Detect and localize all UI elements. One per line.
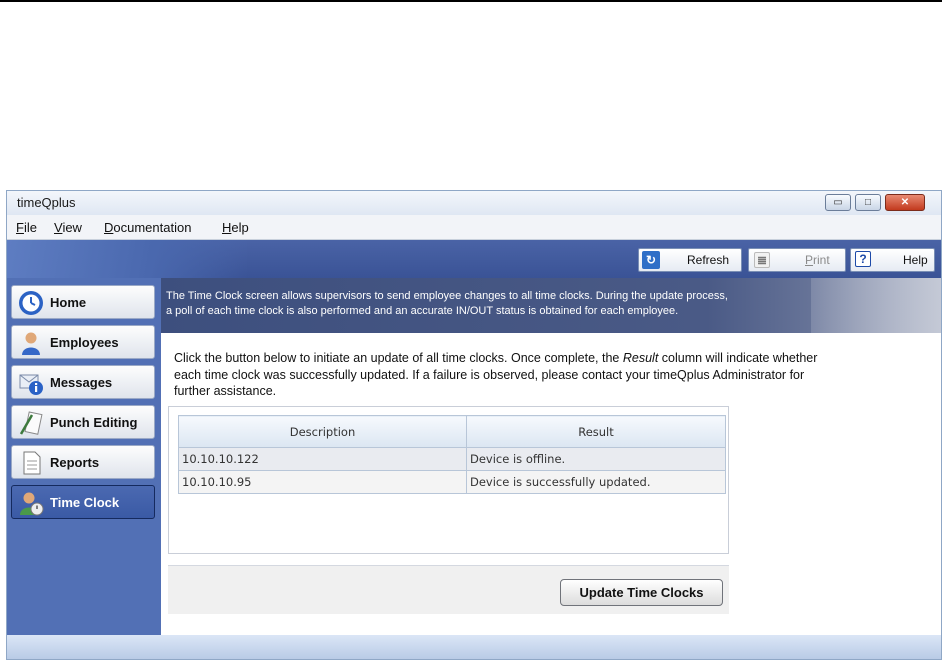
messages-icon [19, 374, 43, 395]
table-header-row: Description Result [178, 415, 726, 448]
time-clock-icon [20, 492, 44, 516]
sidebar-item-time-clock[interactable]: Time Clock [11, 485, 155, 519]
print-button[interactable]: ≣ Print [748, 248, 846, 272]
page-top-rule [0, 0, 942, 2]
status-bar [7, 635, 941, 659]
results-panel: Description Result 10.10.10.122 Device i… [168, 406, 729, 554]
maximize-icon: □ [864, 197, 872, 208]
cell-description: 10.10.10.122 [178, 447, 467, 471]
minimize-button[interactable]: ▭ [825, 194, 851, 211]
help-label: Help [903, 253, 928, 267]
help-button[interactable]: ? Help [850, 248, 935, 272]
menu-documentation-label: ocumentation [113, 220, 192, 235]
instructions-part-1: Click the button below to initiate an up… [174, 351, 623, 365]
cell-description: 10.10.10.95 [178, 470, 467, 494]
sidebar-nav: Home Employees Messages Punch Editing Re… [7, 278, 161, 659]
menu-file[interactable]: File [16, 220, 37, 235]
sidebar-item-home[interactable]: Home [11, 285, 155, 319]
sidebar-item-punch-editing[interactable]: Punch Editing [11, 405, 155, 439]
cell-result: Device is successfully updated. [466, 470, 726, 494]
menu-documentation-accel: D [104, 220, 114, 235]
info-banner: The Time Clock screen allows supervisors… [161, 278, 941, 333]
sidebar-item-label: Employees [50, 335, 119, 350]
sidebar-item-employees[interactable]: Employees [11, 325, 155, 359]
window-title: timeQplus [17, 195, 76, 210]
main-content: The Time Clock screen allows supervisors… [161, 278, 941, 659]
table-row[interactable]: 10.10.10.122 Device is offline. [178, 447, 726, 471]
sidebar-item-label: Time Clock [50, 495, 120, 510]
app-window: timeQplus ▭ □ ✕ File View Documentation … [6, 190, 942, 660]
minimize-icon: ▭ [833, 197, 843, 208]
column-header-description[interactable]: Description [178, 415, 467, 448]
employee-icon [22, 332, 40, 355]
close-button[interactable]: ✕ [885, 194, 925, 211]
banner-line-2: a poll of each time clock is also perfor… [166, 305, 679, 317]
banner-line-1: The Time Clock screen allows supervisors… [166, 290, 728, 302]
menu-help-label: elp [231, 220, 249, 235]
print-icon: ≣ [754, 252, 770, 268]
close-icon: ✕ [900, 197, 910, 208]
print-label: Print [805, 253, 830, 267]
maximize-button[interactable]: □ [855, 194, 881, 211]
sidebar-item-reports[interactable]: Reports [11, 445, 155, 479]
column-header-result[interactable]: Result [466, 415, 726, 448]
instructions-text: Click the button below to initiate an up… [174, 350, 834, 400]
refresh-icon: ↻ [642, 251, 660, 269]
title-bar: timeQplus ▭ □ ✕ [7, 191, 941, 215]
menu-documentation[interactable]: Documentation [104, 220, 191, 235]
clock-icon [19, 291, 43, 315]
reports-icon [23, 451, 41, 475]
menu-help-accel: H [222, 220, 232, 235]
sidebar-item-label: Punch Editing [50, 415, 138, 430]
menu-bar: File View Documentation Help [7, 215, 941, 240]
sidebar-item-messages[interactable]: Messages [11, 365, 155, 399]
sidebar-item-label: Reports [50, 455, 100, 470]
print-accel: P [805, 253, 814, 267]
refresh-button[interactable]: ↻ Refresh [638, 248, 742, 272]
help-icon: ? [855, 251, 871, 267]
menu-view-label: iew [62, 220, 82, 235]
results-table: Description Result 10.10.10.122 Device i… [178, 415, 726, 494]
print-label-rest: rint [813, 253, 830, 267]
punch-editing-icon [19, 411, 43, 435]
cell-result: Device is offline. [466, 447, 726, 471]
toolbar-decoration [7, 240, 247, 278]
menu-help[interactable]: Help [222, 220, 249, 235]
menu-file-label: ile [23, 220, 37, 235]
update-time-clocks-button[interactable]: Update Time Clocks [560, 579, 723, 606]
menu-file-accel: F [16, 220, 24, 235]
refresh-label: Refresh [687, 253, 730, 267]
instructions-emphasis: Result [622, 351, 659, 365]
sidebar-item-label: Messages [50, 375, 113, 390]
menu-view[interactable]: View [54, 220, 82, 235]
sidebar-item-label: Home [50, 295, 87, 310]
table-row[interactable]: 10.10.10.95 Device is successfully updat… [178, 470, 726, 494]
action-bar: Update Time Clocks [168, 565, 729, 614]
